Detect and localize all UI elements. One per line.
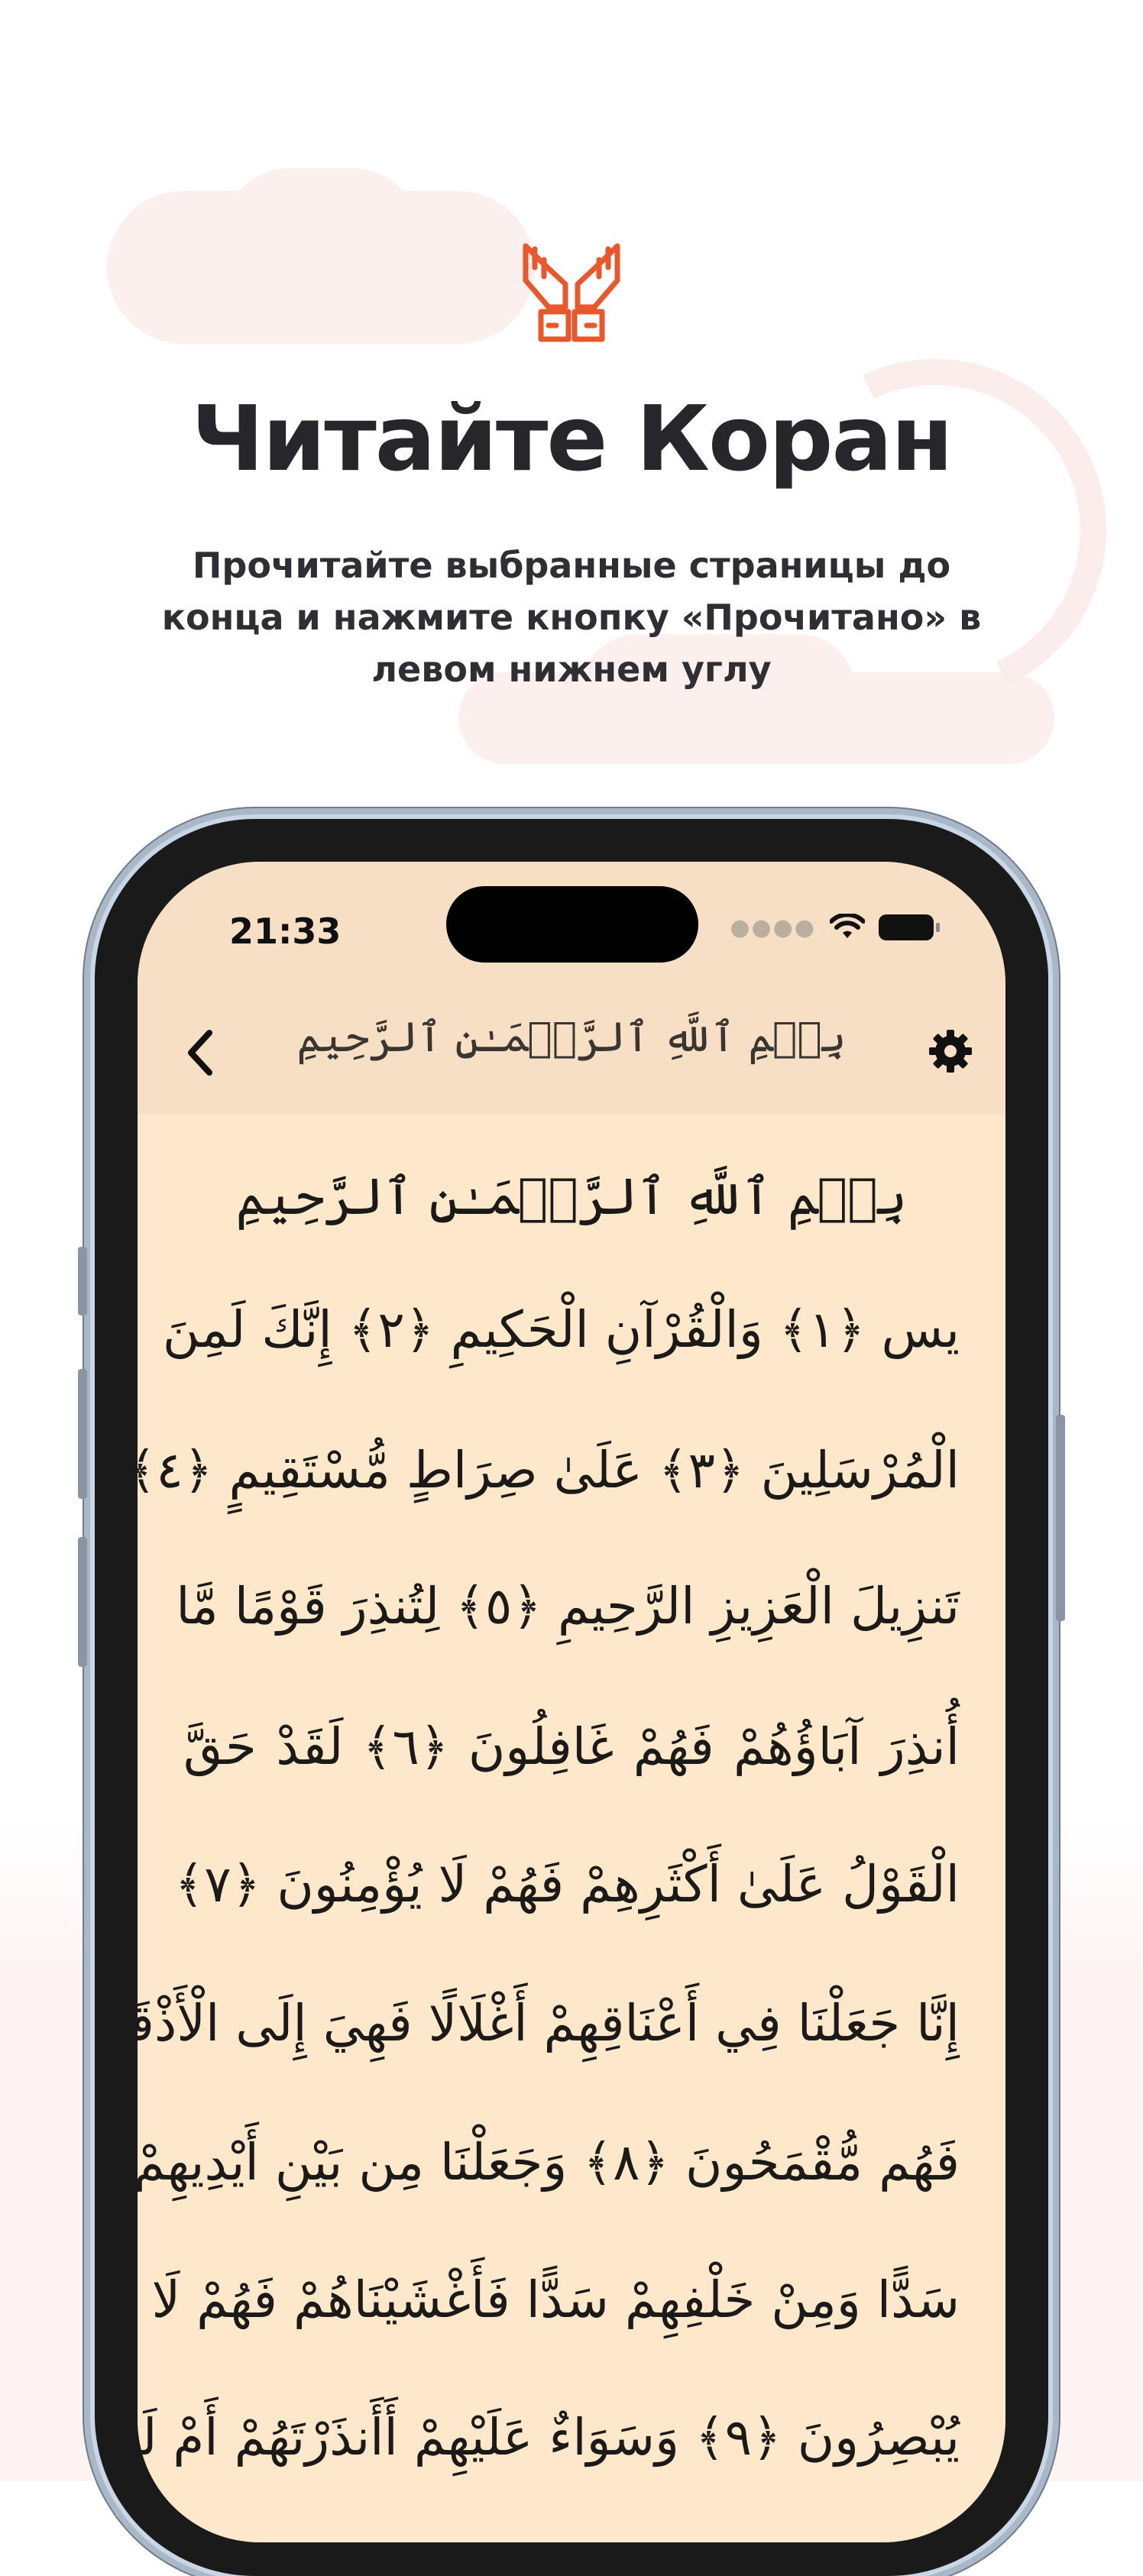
ayah-line: أُنذِرَ آبَاؤُهُمْ فَهُمْ غَافِلُونَ ﴿٦﴾… [183,1717,960,1776]
ayah-line: تَنزِيلَ الْعَزِيزِ الرَّحِيمِ ﴿٥﴾ لِتُن… [176,1577,960,1636]
praying-hands-icon [523,243,620,342]
ayah-line: فَهُم مُّقْمَحُونَ ﴿٨﴾ وَجَعَلْنَا مِن ب… [138,2133,960,2192]
power-button [1056,1415,1065,1621]
gear-icon[interactable] [926,1027,975,1076]
page-title: Читайте Коран [191,386,953,491]
ayah-line: إِنَّا جَعَلْنَا فِي أَعْنَاقِهِمْ أَغْل… [138,1994,960,2053]
wifi-icon [830,914,865,938]
ayah-line: الْمُرْسَلِينَ ﴿٣﴾ عَلَىٰ صِرَاطٍ مُّسْت… [138,1441,960,1500]
ayah-line: يس ﴿١﴾ وَالْقُرْآنِ الْحَكِيمِ ﴿٢﴾ إِنَّ… [162,1300,960,1359]
ayah-line: سَدًّا وَمِنْ خَلْفِهِمْ سَدًّا فَأَغْشَ… [151,2270,960,2329]
battery-icon [879,914,940,940]
phone-screen: 21:33 ●●●● بِسۡمِ ٱللَّهِ ٱلرَّحۡمَـٰنِ … [138,862,1005,2542]
ayah-line: الْقَوْلُ عَلَىٰ أَكْثَرِهِمْ فَهُمْ لَا… [174,1855,960,1914]
ayah-line: يُبْصِرُونَ ﴿٩﴾ وَسَوَاءٌ عَلَيْهِمْ أَأ… [138,2408,960,2467]
dynamic-island [446,886,698,963]
status-bar: 21:33 ●●●● [138,862,1005,992]
chevron-left-icon[interactable] [177,1022,223,1083]
instruction-text: Прочитайте выбранные страницы до конца и… [161,545,982,690]
status-time: 21:33 [229,911,342,952]
bismillah-line: بِسۡمِ ٱللَّهِ ٱلرَّحۡمَـٰنِ ٱلرَّحِيمِ [235,1167,908,1226]
volume-up-button [78,1369,87,1499]
surah-title: بِسۡمِ ٱللَّهِ ٱلرَّحۡمَـٰنِ ٱلرَّحِيمِ [296,1013,847,1061]
status-icons: ●●●● [730,912,940,943]
quran-page[interactable]: بِسۡمِ ٱللَّهِ ٱلرَّحۡمَـٰنِ ٱلرَّحِيمِ … [138,1114,1005,2542]
mute-switch [78,1247,87,1316]
reader-nav-bar: بِسۡمِ ٱللَّهِ ٱلرَّحۡمَـٰنِ ٱلرَّحِيمِ [138,992,1005,1114]
phone-mockup: 21:33 ●●●● بِسۡمِ ٱللَّهِ ٱلرَّحۡمَـٰنِ … [78,819,1065,2576]
signal-icon: ●●●● [730,914,816,941]
volume-down-button [78,1537,87,1667]
